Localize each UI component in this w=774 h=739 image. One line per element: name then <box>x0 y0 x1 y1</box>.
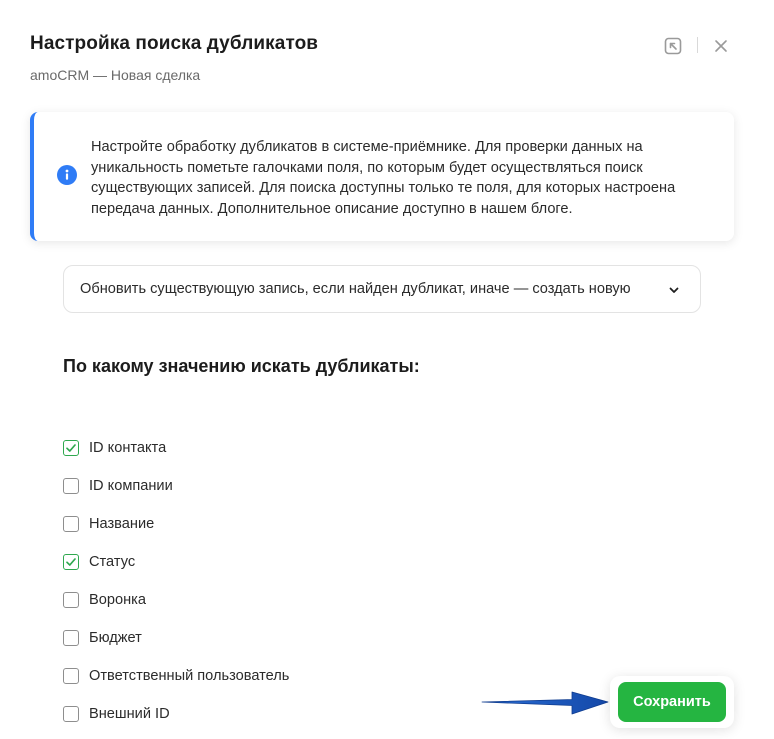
checkmark-icon <box>66 558 76 566</box>
field-checkbox[interactable] <box>63 630 79 646</box>
field-checkbox[interactable] <box>63 440 79 456</box>
field-option[interactable]: Внешний ID <box>63 703 170 725</box>
info-text: Настройте обработку дубликатов в системе… <box>91 139 676 217</box>
collapse-button[interactable] <box>662 35 684 57</box>
dedupe-mode-select[interactable]: Обновить существующую запись, если найде… <box>63 265 701 313</box>
info-icon <box>57 165 77 185</box>
field-label: Ответственный пользователь <box>89 668 290 684</box>
chevron-down-icon <box>669 287 679 293</box>
field-checkbox[interactable] <box>63 668 79 684</box>
field-checkbox[interactable] <box>63 592 79 608</box>
field-option[interactable]: Название <box>63 513 154 535</box>
save-button[interactable]: Сохранить <box>618 682 726 722</box>
field-option[interactable]: Ответственный пользователь <box>63 665 289 687</box>
field-option[interactable]: Бюджет <box>63 627 142 649</box>
field-label: Бюджет <box>89 630 142 646</box>
field-label: ID компании <box>89 478 173 494</box>
field-checkbox[interactable] <box>63 516 79 532</box>
field-checkbox[interactable] <box>63 706 79 722</box>
field-label: Воронка <box>89 592 146 608</box>
field-option[interactable]: Воронка <box>63 589 146 611</box>
header-divider <box>697 37 698 53</box>
field-checkbox[interactable] <box>63 554 79 570</box>
save-button-container: Сохранить <box>610 676 734 728</box>
field-option[interactable]: ID контакта <box>63 437 166 459</box>
field-label: Статус <box>89 554 136 570</box>
field-checkbox[interactable] <box>63 478 79 494</box>
section-title: По какому значению искать дубликаты: <box>63 356 420 376</box>
checkmark-icon <box>66 444 76 452</box>
close-button[interactable] <box>710 35 732 57</box>
dedupe-mode-value: Обновить существующую запись, если найде… <box>80 281 631 297</box>
field-option[interactable]: Статус <box>63 551 135 573</box>
pointer-arrow <box>481 691 609 715</box>
dialog-title: Настройка поиска дубликатов <box>30 33 319 54</box>
close-icon <box>715 40 727 52</box>
field-label: Внешний ID <box>89 706 170 722</box>
field-label: ID контакта <box>89 440 167 456</box>
field-option[interactable]: ID компании <box>63 475 173 497</box>
info-banner: Настройте обработку дубликатов в системе… <box>30 112 734 241</box>
field-label: Название <box>89 516 155 532</box>
dialog-subtitle: amoCRM — Новая сделка <box>30 67 201 83</box>
collapse-icon <box>664 37 682 55</box>
